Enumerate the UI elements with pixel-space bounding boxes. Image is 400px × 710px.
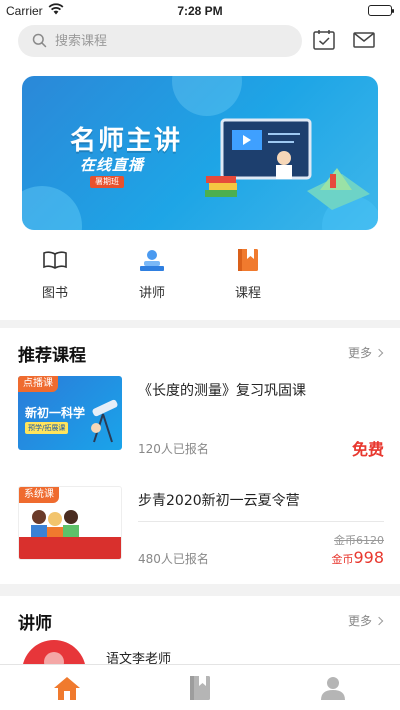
original-price: 金币6120 xyxy=(334,534,384,547)
home-icon[interactable] xyxy=(53,675,81,701)
category-books[interactable]: 图书 xyxy=(25,248,85,308)
status-bar: Carrier 7:28 PM xyxy=(0,0,400,22)
more-link[interactable]: 更多 xyxy=(347,344,384,361)
course-title: 步青2020新初一云夏令营 xyxy=(138,493,300,509)
search-bar[interactable] xyxy=(18,25,302,57)
enrolled-count: 120人已报名 xyxy=(138,442,209,456)
category-row: 图书 讲师 课程 xyxy=(0,248,400,308)
search-input[interactable] xyxy=(55,25,285,57)
more-link[interactable]: 更多 xyxy=(347,612,384,629)
telescope-icon xyxy=(91,399,118,443)
chevron-right-icon xyxy=(374,348,384,358)
category-label: 讲师 xyxy=(138,286,165,301)
course-title: 《长度的测量》复习巩固课 xyxy=(138,383,306,399)
classroom-illustration xyxy=(202,106,372,225)
course-card[interactable]: 点播课 新初一科学 预学/拓展课 《长度的测量》复习巩固课 120人已报名 免费 xyxy=(0,376,400,522)
children-illustration xyxy=(31,510,79,541)
thumbnail-subtitle: 预学/拓展课 xyxy=(25,422,69,434)
clock: 7:28 PM xyxy=(177,4,223,18)
more-label: 更多 xyxy=(347,346,372,360)
search-icon xyxy=(32,33,47,52)
promo-banner[interactable]: 名师主讲 在线直播 暑期班 xyxy=(22,76,378,230)
enrolled-count: 480人已报名 xyxy=(138,552,209,566)
course-bookmark-icon xyxy=(235,248,261,272)
category-courses[interactable]: 课程 xyxy=(218,248,278,308)
profile-icon[interactable] xyxy=(319,675,347,701)
recommended-section: 推荐课程 更多 点播课 新初一科学 预学/拓展课 《长度的测量》复习巩固课 12… xyxy=(0,328,400,584)
chevron-right-icon xyxy=(374,616,384,626)
more-label: 更多 xyxy=(347,614,372,628)
course-type-tag: 系统课 xyxy=(19,487,59,503)
price-free: 免费 xyxy=(351,440,384,459)
book-open-icon xyxy=(42,248,68,272)
section-title: 推荐课程 xyxy=(18,346,86,366)
teacher-icon xyxy=(139,248,165,272)
tab-bar xyxy=(0,664,400,710)
banner-subtitle: 在线直播 xyxy=(80,156,145,174)
course-thumbnail: 系统课 xyxy=(18,486,122,560)
course-card[interactable]: 系统课 步青2020新初一云夏令营 480人已报名 金币6120 金币998 xyxy=(0,486,400,596)
category-label: 图书 xyxy=(41,286,68,301)
battery-icon xyxy=(368,5,394,16)
category-label: 课程 xyxy=(234,286,261,301)
mail-icon[interactable] xyxy=(352,29,376,51)
price-value: 998 xyxy=(353,548,384,567)
category-teachers[interactable]: 讲师 xyxy=(122,248,182,308)
section-title: 讲师 xyxy=(18,614,52,634)
top-panel: 名师主讲 在线直播 暑期班 xyxy=(0,22,400,320)
banner-tag: 暑期班 xyxy=(90,176,124,188)
course-thumbnail: 点播课 新初一科学 预学/拓展课 xyxy=(18,376,122,450)
calendar-check-icon[interactable] xyxy=(312,29,336,51)
thumbnail-title: 新初一科学 xyxy=(25,406,86,420)
banner-title: 名师主讲 xyxy=(70,126,183,156)
current-price: 金币998 xyxy=(331,548,384,567)
library-icon[interactable] xyxy=(186,675,214,701)
price-currency: 金币 xyxy=(331,553,354,566)
course-type-tag: 点播课 xyxy=(18,376,58,392)
